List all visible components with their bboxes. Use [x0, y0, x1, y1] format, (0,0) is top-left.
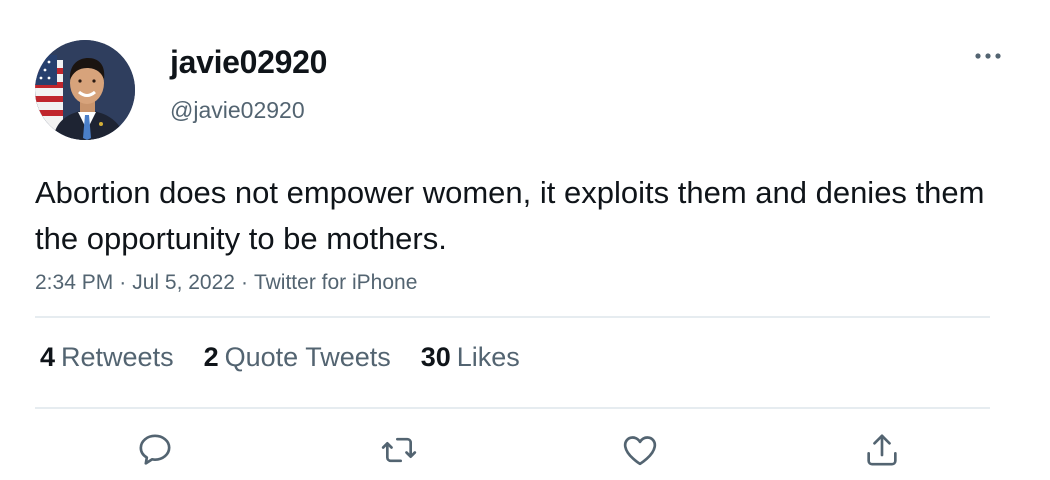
share-button[interactable]: [860, 428, 904, 472]
divider: [35, 316, 990, 318]
tweet-time[interactable]: 2:34 PM: [35, 271, 113, 294]
heart-icon: [623, 436, 657, 466]
more-options-button[interactable]: [968, 42, 1008, 70]
tweet-date[interactable]: Jul 5, 2022: [132, 271, 235, 294]
quote-tweets-label: Quote Tweets: [224, 342, 391, 372]
retweets-label: Retweets: [61, 342, 174, 372]
divider: [35, 407, 990, 409]
display-name[interactable]: javie02920: [170, 44, 327, 81]
like-button[interactable]: [618, 428, 662, 472]
more-dots-icon: [975, 53, 1001, 59]
likes-stat[interactable]: 30 Likes: [421, 342, 520, 373]
reply-button[interactable]: [133, 428, 177, 472]
likes-count: 30: [420, 342, 451, 372]
avatar[interactable]: [35, 40, 135, 140]
retweets-stat[interactable]: 4 Retweets: [40, 342, 174, 373]
likes-label: Likes: [456, 342, 520, 372]
retweets-count: 4: [40, 342, 56, 372]
tweet-text: Abortion does not empower women, it expl…: [35, 175, 985, 256]
retweet-icon: [381, 437, 417, 463]
user-handle[interactable]: @javie02920: [170, 97, 305, 124]
tweet-stats: 4 Retweets 2 Quote Tweets 30 Likes: [40, 342, 550, 373]
tweet-card: javie02920 @javie02920 Abortion does not…: [0, 0, 1050, 480]
share-icon: [867, 434, 897, 466]
meta-separator: ·: [119, 271, 127, 294]
quote-tweets-stat[interactable]: 2 Quote Tweets: [204, 342, 391, 373]
tweet-source[interactable]: Twitter for iPhone: [254, 271, 417, 294]
avatar-image: [35, 40, 135, 140]
tweet-meta: 2:34 PM · Jul 5, 2022 · Twitter for iPhone: [35, 271, 417, 295]
reply-icon: [139, 434, 171, 465]
quote-tweets-count: 2: [203, 342, 219, 372]
retweet-button[interactable]: [377, 428, 421, 472]
meta-separator: ·: [240, 271, 248, 294]
